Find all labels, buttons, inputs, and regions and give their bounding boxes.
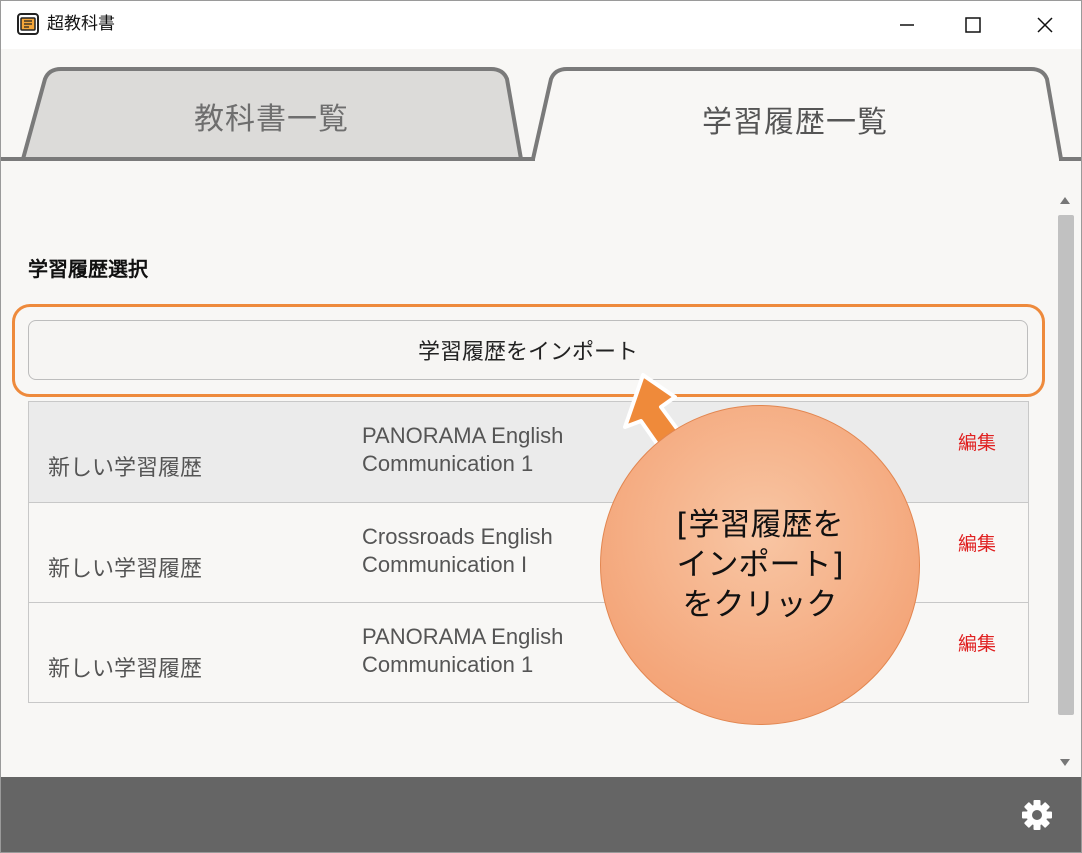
- edit-link[interactable]: 編集: [958, 529, 996, 556]
- history-textbook: PANORAMA English Communication 1: [362, 422, 563, 478]
- window-title: 超教科書: [47, 14, 115, 34]
- history-name: 新しい学習履歴: [48, 456, 203, 481]
- textbook-title-line2: Communication 1: [362, 652, 534, 677]
- close-button[interactable]: [1009, 1, 1081, 49]
- scroll-down-arrow-icon[interactable]: [1060, 759, 1070, 766]
- app-window: 超教科書 教科書一覧 学習履歴一覧 学習履歴選択 学習履歴をインポート 新しい学…: [0, 0, 1082, 853]
- tab-textbook-list[interactable]: 教科書一覧: [31, 69, 511, 159]
- history-textbook: PANORAMA English Communication 1: [362, 623, 563, 679]
- callout-line2: インポート]: [676, 547, 844, 583]
- app-logo-icon: [17, 13, 39, 35]
- scroll-thumb[interactable]: [1058, 215, 1074, 715]
- edit-link[interactable]: 編集: [958, 629, 996, 656]
- main-content: 学習履歴選択 学習履歴をインポート 新しい学習履歴 PANORAMA Engli…: [1, 161, 1081, 777]
- edit-link[interactable]: 編集: [958, 428, 996, 455]
- gear-icon[interactable]: [1020, 798, 1054, 832]
- history-textbook: Crossroads English Communication I: [362, 523, 553, 579]
- vertical-scrollbar[interactable]: [1056, 191, 1076, 777]
- import-history-button[interactable]: 学習履歴をインポート: [28, 320, 1028, 380]
- instruction-callout: [学習履歴を インポート] をクリック: [600, 405, 920, 725]
- tab-textbook-list-label: 教科書一覧: [194, 102, 349, 137]
- callout-line1: [学習履歴を: [676, 507, 844, 543]
- textbook-title-line1: Crossroads English: [362, 524, 553, 549]
- textbook-title-line2: Communication I: [362, 552, 528, 577]
- minimize-icon: [900, 24, 914, 26]
- maximize-button[interactable]: [937, 1, 1009, 49]
- footer-bar: [1, 777, 1081, 852]
- title-bar: 超教科書: [1, 1, 1081, 49]
- textbook-title-line1: PANORAMA English: [362, 423, 564, 448]
- history-name: 新しい学習履歴: [48, 557, 203, 582]
- close-icon: [1037, 17, 1053, 33]
- callout-line3: をクリック: [682, 587, 838, 623]
- minimize-button[interactable]: [871, 1, 943, 49]
- textbook-title-line2: Communication 1: [362, 451, 534, 476]
- textbook-title-line1: PANORAMA English: [362, 624, 564, 649]
- section-title: 学習履歴選択: [28, 257, 148, 281]
- history-name: 新しい学習履歴: [48, 657, 203, 682]
- scroll-up-arrow-icon[interactable]: [1060, 197, 1070, 204]
- tab-history-list-label: 学習履歴一覧: [702, 105, 888, 140]
- maximize-icon: [965, 17, 981, 33]
- tab-history-list[interactable]: 学習履歴一覧: [546, 69, 1051, 159]
